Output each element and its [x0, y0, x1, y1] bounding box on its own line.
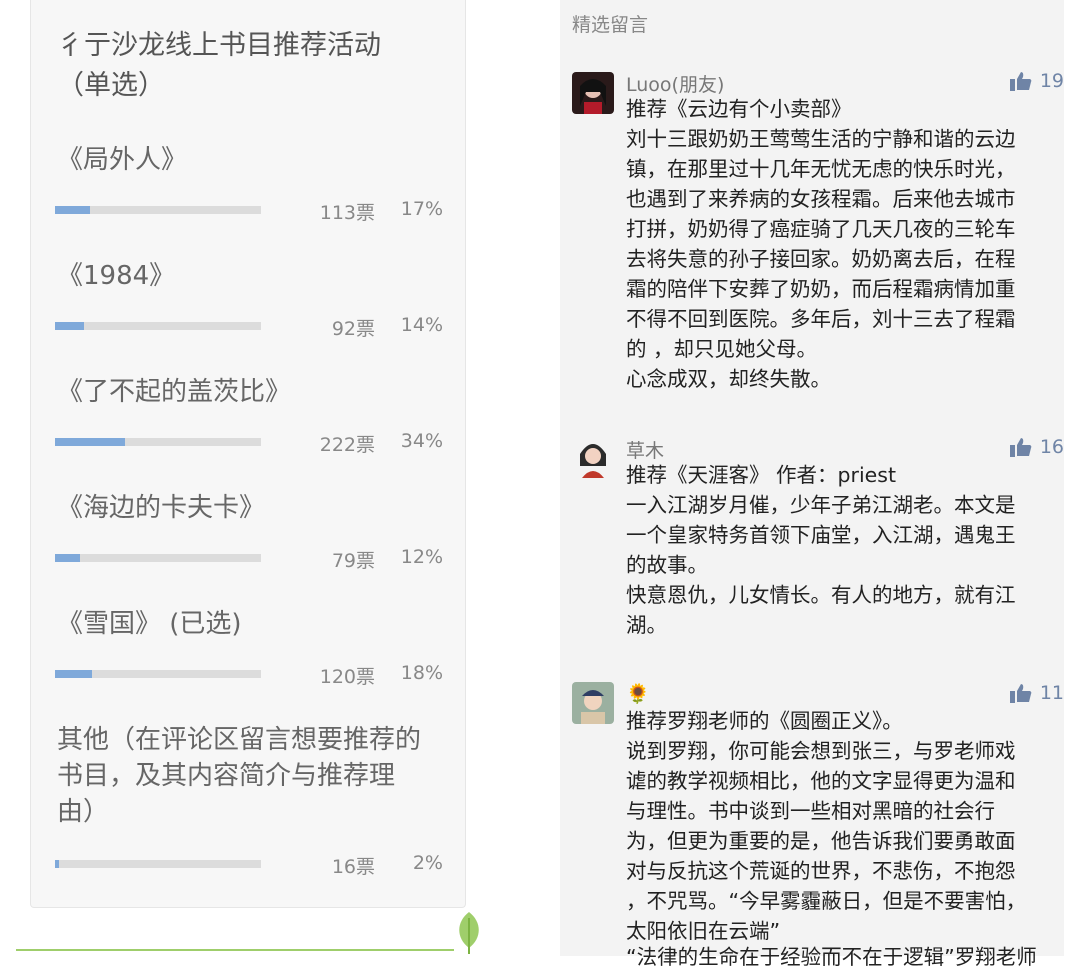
comment-line: 推荐《天涯客》 作者：priest	[626, 463, 896, 487]
poll-title-line2: （单选）	[57, 70, 165, 101]
poll-option-label[interactable]: 《了不起的盖茨比》	[57, 374, 447, 410]
like-button[interactable]: 16	[1009, 436, 1064, 458]
poll-card: 彳亍沙龙线上书目推荐活动 （单选） 《局外人》 113票 17% 《1984》 …	[30, 0, 466, 908]
comment-line: 一入江湖岁月催，少年子弟江湖老。本文是	[626, 493, 1016, 517]
thumbs-up-icon	[1009, 684, 1032, 703]
like-button[interactable]: 11	[1009, 682, 1064, 704]
comment-line: 一个皇家特务首领下庙堂，入江湖，遇鬼王	[626, 523, 1016, 547]
poll-votes: 79票	[331, 550, 375, 572]
avatar[interactable]	[572, 72, 614, 114]
poll-percent: 17%	[400, 198, 443, 220]
like-count: 19	[1039, 70, 1064, 92]
poll-votes: 113票	[319, 202, 375, 224]
comment-author[interactable]: 🌻	[626, 682, 650, 705]
poll-progress-bar	[55, 206, 261, 214]
comment-line: 镇，在那里过十几年无忧无虑的快乐时光，	[626, 157, 1016, 181]
poll-percent: 2%	[412, 852, 443, 874]
comments-panel: 精选留言 Luoo(朋友) 19 推荐《云边有个小卖部》 刘十三跟奶奶王莺莺生活…	[560, 0, 1064, 969]
poll-votes: 120票	[319, 666, 375, 688]
comment-line: 霜的陪伴下安葬了奶奶，而后程霜病情加重	[626, 277, 1016, 301]
poll-option-label[interactable]: 《1984》	[57, 258, 447, 294]
comment-line: 不得不回到医院。多年后，刘十三去了程霜	[626, 307, 1016, 331]
poll-percent: 18%	[400, 662, 443, 684]
comment-line: 心念成双，却终失散。	[626, 367, 831, 391]
poll-percent: 12%	[400, 546, 443, 568]
comment-line: 与理性。书中谈到一些相对黑暗的社会行	[626, 799, 995, 823]
poll-progress-fill	[55, 554, 80, 562]
comment-line: 的故事。	[626, 553, 708, 577]
comment-line: 的 ，却只见她父母。	[626, 337, 818, 361]
poll-progress-fill	[55, 322, 84, 330]
leaf-icon	[459, 912, 479, 954]
poll-votes: 92票	[331, 318, 375, 340]
comment-line: 刘十三跟奶奶王莺莺生活的宁静和谐的云边	[626, 127, 1016, 151]
poll-title-line1: 彳亍沙龙线上书目推荐活动	[57, 30, 381, 61]
comment-line: 打拼，奶奶得了癌症骑了几天几夜的三轮车	[626, 217, 1016, 241]
poll-progress-fill	[55, 206, 91, 214]
poll-progress-bar	[55, 322, 261, 330]
avatar[interactable]	[572, 682, 614, 724]
poll-option-label[interactable]: 《海边的卡夫卡》	[57, 490, 447, 526]
poll-votes: 222票	[319, 434, 375, 456]
comment-line: ，不咒骂。“今早雾霾蔽日，但是不要害怕，	[626, 889, 1027, 913]
green-divider	[16, 949, 454, 951]
thumbs-up-icon	[1009, 438, 1032, 457]
comment-line: 快意恩仇，儿女情长。有人的地方，就有江	[626, 583, 1016, 607]
comments-header: 精选留言	[572, 14, 649, 36]
poll-option-label-line: 书目，及其内容简介与推荐理	[57, 761, 396, 791]
poll-progress-bar	[55, 438, 261, 446]
comment-line: 湖。	[626, 613, 667, 637]
comment-author[interactable]: Luoo(朋友)	[626, 70, 724, 97]
poll-progress-bar	[55, 860, 261, 868]
comment-line: 推荐《云边有个小卖部》	[626, 97, 852, 121]
poll-title: 彳亍沙龙线上书目推荐活动 （单选）	[57, 26, 447, 106]
comment-line: 也遇到了来养病的女孩程霜。后来他去城市	[626, 187, 1016, 211]
comment-line: 对与反抗这个荒诞的世界，不悲伤，不抱怨	[626, 859, 1016, 883]
poll-progress-bar	[55, 554, 261, 562]
comment-line: 为，但更为重要的是，他告诉我们要勇敢面	[626, 829, 1016, 853]
comment-line: 推荐罗翔老师的《圆圈正义》。	[626, 709, 903, 733]
avatar[interactable]	[572, 436, 614, 478]
comment-line: 谑的教学视频相比，他的文字显得更为温和	[626, 769, 1016, 793]
poll-percent: 34%	[400, 430, 443, 452]
poll-percent: 14%	[400, 314, 443, 336]
poll-progress-fill	[55, 670, 93, 678]
poll-progress-fill	[55, 438, 126, 446]
poll-option-label-selected[interactable]: 《雪国》 (已选)	[57, 606, 447, 642]
like-count: 11	[1039, 682, 1064, 704]
comment-line: 去将失意的孙子接回家。奶奶离去后，在程	[626, 247, 1016, 271]
poll-option-label[interactable]: 其他（在评论区留言想要推荐的 书目，及其内容简介与推荐理 由）	[57, 722, 447, 830]
like-button[interactable]: 19	[1009, 70, 1064, 92]
poll-option-label-line: 其他（在评论区留言想要推荐的	[57, 725, 422, 755]
poll-progress-bar	[55, 670, 261, 678]
poll-progress-fill	[55, 860, 60, 868]
comment-line: “法律的生命在于经验而不在于逻辑”罗翔老师	[626, 945, 1037, 969]
comment-author[interactable]: 草木	[626, 436, 664, 463]
poll-option-label[interactable]: 《局外人》	[57, 142, 447, 178]
comment-line: 说到罗翔，你可能会想到张三，与罗老师戏	[626, 739, 1016, 763]
poll-option-label-line: 由）	[57, 797, 110, 827]
like-count: 16	[1039, 436, 1064, 458]
thumbs-up-icon	[1009, 72, 1032, 91]
poll-votes: 16票	[331, 856, 375, 878]
